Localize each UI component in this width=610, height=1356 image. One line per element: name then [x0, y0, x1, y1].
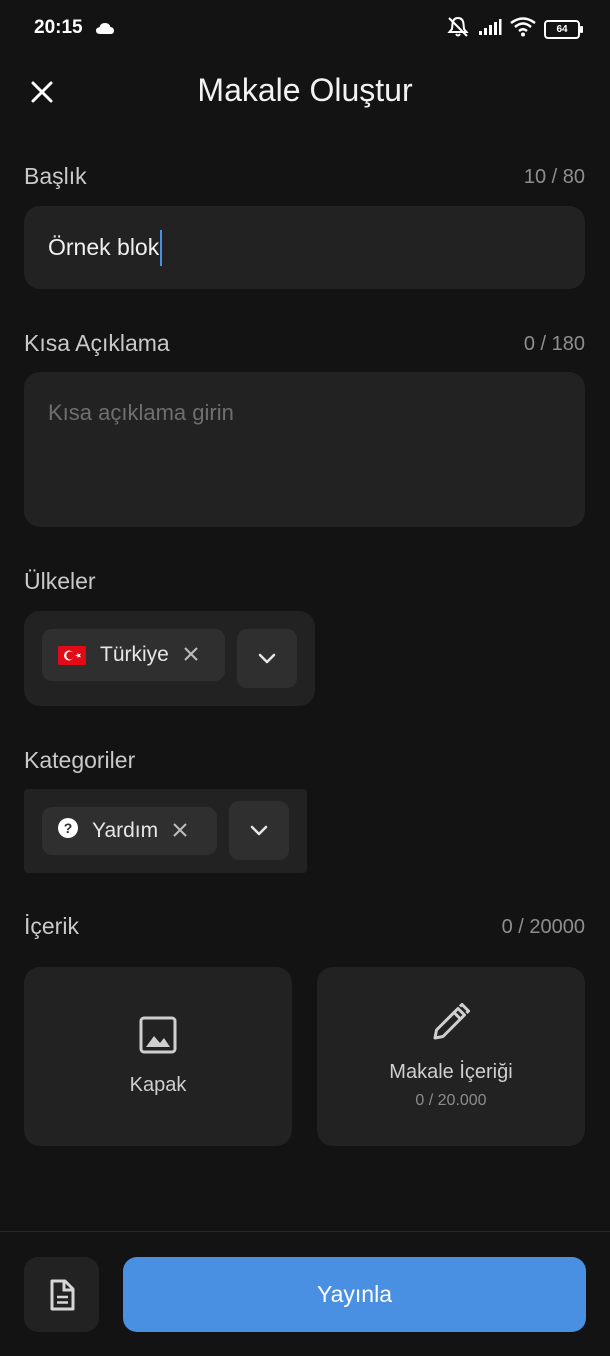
category-chip-label: Yardım [92, 819, 159, 842]
text-caret [160, 229, 163, 266]
footer-divider [0, 1231, 610, 1232]
categories-selector: ? Yardım [24, 789, 307, 873]
country-chip-label: Türkiye [100, 643, 169, 666]
page-title: Makale Oluştur [197, 72, 413, 108]
wifi-icon [510, 17, 536, 42]
countries-dropdown-button[interactable] [237, 629, 297, 688]
countries-selector: Türkiye [24, 611, 315, 706]
turkey-flag-icon [58, 645, 86, 665]
status-time: 20:15 [34, 17, 83, 38]
description-placeholder: Kısa açıklama girin [48, 400, 234, 425]
mute-icon [446, 16, 470, 43]
title-label: Başlık [24, 163, 87, 189]
title-input[interactable]: Örnek blok [24, 206, 585, 289]
title-input-value: Örnek blok [48, 234, 160, 260]
cloud-icon [95, 22, 115, 40]
document-icon [50, 1279, 74, 1310]
countries-label: Ülkeler [24, 568, 96, 594]
cover-card[interactable]: Kapak [24, 967, 292, 1146]
battery-level: 64 [556, 24, 568, 35]
chevron-down-icon [258, 653, 276, 663]
categories-label: Kategoriler [24, 747, 136, 773]
svg-text:?: ? [64, 820, 73, 836]
pencil-icon [433, 1003, 470, 1040]
status-icons: 64 [446, 16, 583, 43]
help-circle-icon: ? [58, 818, 78, 844]
categories-dropdown-button[interactable] [229, 801, 289, 860]
battery-icon: 64 [544, 20, 583, 39]
country-chip[interactable]: Türkiye [42, 629, 225, 681]
content-counter: 0 / 20000 [501, 916, 585, 938]
description-counter: 0 / 180 [523, 333, 585, 355]
publish-button[interactable]: Yayınla [123, 1257, 586, 1332]
category-chip[interactable]: ? Yardım [42, 807, 217, 855]
remove-category-icon[interactable] [172, 820, 188, 842]
image-icon [139, 1016, 177, 1054]
chevron-down-icon [250, 825, 268, 835]
signal-icon [478, 18, 502, 41]
article-content-label: Makale İçeriği [389, 1061, 513, 1083]
description-input[interactable]: Kısa açıklama girin [24, 372, 585, 527]
article-content-card[interactable]: Makale İçeriği 0 / 20.000 [317, 967, 585, 1146]
content-label: İçerik [24, 913, 79, 939]
title-counter: 10 / 80 [523, 166, 585, 188]
cover-card-label: Kapak [129, 1074, 187, 1096]
draft-button[interactable] [24, 1257, 99, 1332]
remove-country-icon[interactable] [183, 644, 199, 666]
article-content-counter: 0 / 20.000 [415, 1092, 487, 1109]
description-label: Kısa Açıklama [24, 330, 170, 356]
